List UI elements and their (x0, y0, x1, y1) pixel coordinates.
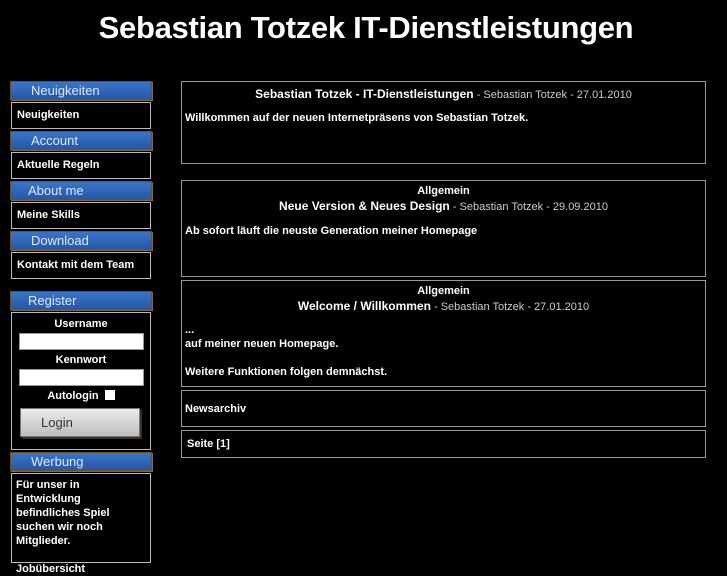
sidebar-box-account: Aktuelle Regeln (11, 152, 151, 179)
autologin-row: Autologin (17, 390, 145, 402)
news-item: Allgemein Welcome / Willkommen - Sebasti… (181, 280, 706, 387)
sidebar-link-skills[interactable]: Meine Skills (17, 203, 145, 227)
sidebar-link-regeln[interactable]: Aktuelle Regeln (17, 153, 145, 177)
archive-box: Newsarchiv (181, 390, 706, 427)
news-meta: - Sebastian Totzek - 27.01.2010 (476, 89, 632, 101)
pagination-box: Seite [1] (181, 430, 706, 458)
news-title[interactable]: Neue Version & Neues Design (279, 199, 450, 213)
username-input[interactable] (18, 333, 144, 350)
username-label: Username (54, 318, 108, 330)
sidebar-header-neuigkeiten: Neuigkeiten (10, 81, 152, 100)
password-label: Kennwort (55, 354, 107, 366)
ads-box: Für unser in Entwicklung befindliches Sp… (11, 473, 151, 575)
autologin-checkbox[interactable] (104, 390, 115, 400)
sidebar-header-download: Download (10, 231, 152, 250)
autologin-label: Autologin (47, 390, 99, 402)
news-item: Allgemein Neue Version & Neues Design - … (181, 180, 706, 277)
news-body: Ab sofort läuft die neuste Generation me… (185, 225, 478, 237)
news-body: auf meiner neuen Homepage. (185, 338, 339, 350)
jobs-link[interactable]: Jobübersicht (16, 562, 146, 576)
sidebar-box-neuigkeiten: Neuigkeiten (11, 102, 151, 129)
sidebar-header-account: Account (10, 131, 152, 150)
news-title[interactable]: Sebastian Totzek - IT-Dienstleistungen (255, 87, 473, 101)
ads-text: Für unser in Entwicklung befindliches Sp… (16, 479, 110, 547)
news-title[interactable]: Welcome / Willkommen (298, 299, 431, 313)
password-input[interactable] (18, 369, 144, 386)
news-category: Allgemein (417, 185, 470, 197)
news-meta: - Sebastian Totzek - 29.09.2010 (452, 201, 608, 213)
archive-link[interactable]: Newsarchiv (185, 403, 246, 415)
news-meta: - Sebastian Totzek - 27.01.2010 (433, 301, 590, 313)
news-item: Sebastian Totzek - IT-Dienstleistungen -… (181, 81, 706, 164)
sidebar-link-kontakt[interactable]: Kontakt mit dem Team (17, 253, 145, 277)
sidebar-header-werbung: Werbung (10, 452, 152, 471)
pagination[interactable]: Seite [1] (187, 438, 230, 450)
news-body: ... (185, 324, 195, 336)
sidebar-box-about: Meine Skills (11, 202, 151, 229)
news-body: Willkommen auf der neuen Internetpräsens… (185, 112, 529, 124)
login-button[interactable]: Login (20, 408, 140, 437)
login-form: Username Kennwort Autologin Login (11, 312, 151, 450)
sidebar-link-neuigkeiten[interactable]: Neuigkeiten (17, 103, 145, 127)
news-body: Weitere Funktionen folgen demnächst. (185, 366, 388, 378)
sidebar-box-download: Kontakt mit dem Team (11, 252, 151, 279)
sidebar-header-register: Register (10, 291, 152, 310)
site-title: Sebastian Totzek IT-Dienstleistungen (98, 10, 634, 45)
sidebar-header-about: About me (10, 181, 152, 200)
news-category: Allgemein (417, 285, 470, 297)
